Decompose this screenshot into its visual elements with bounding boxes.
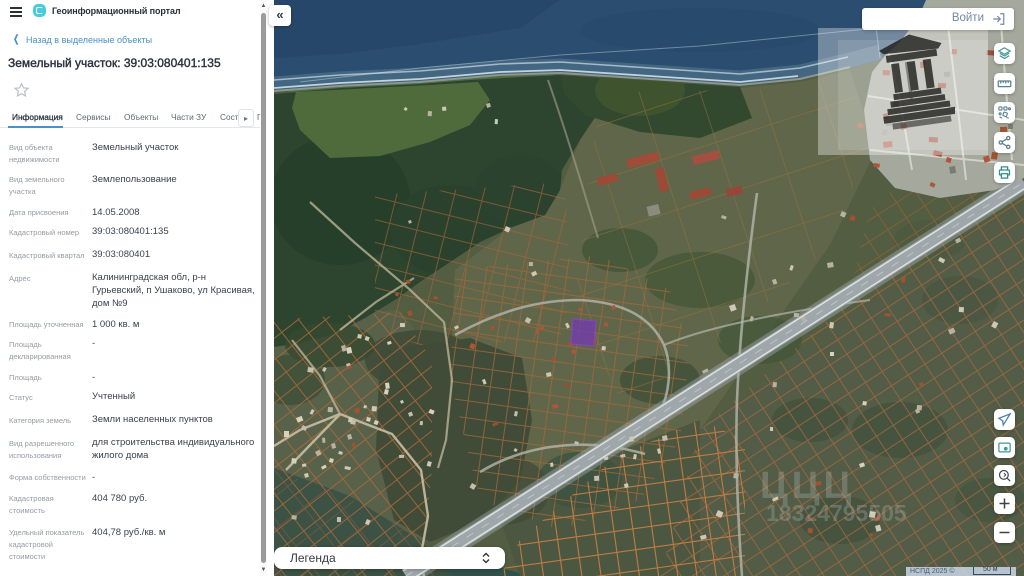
svg-text:18324795505: 18324795505 [766, 500, 907, 526]
